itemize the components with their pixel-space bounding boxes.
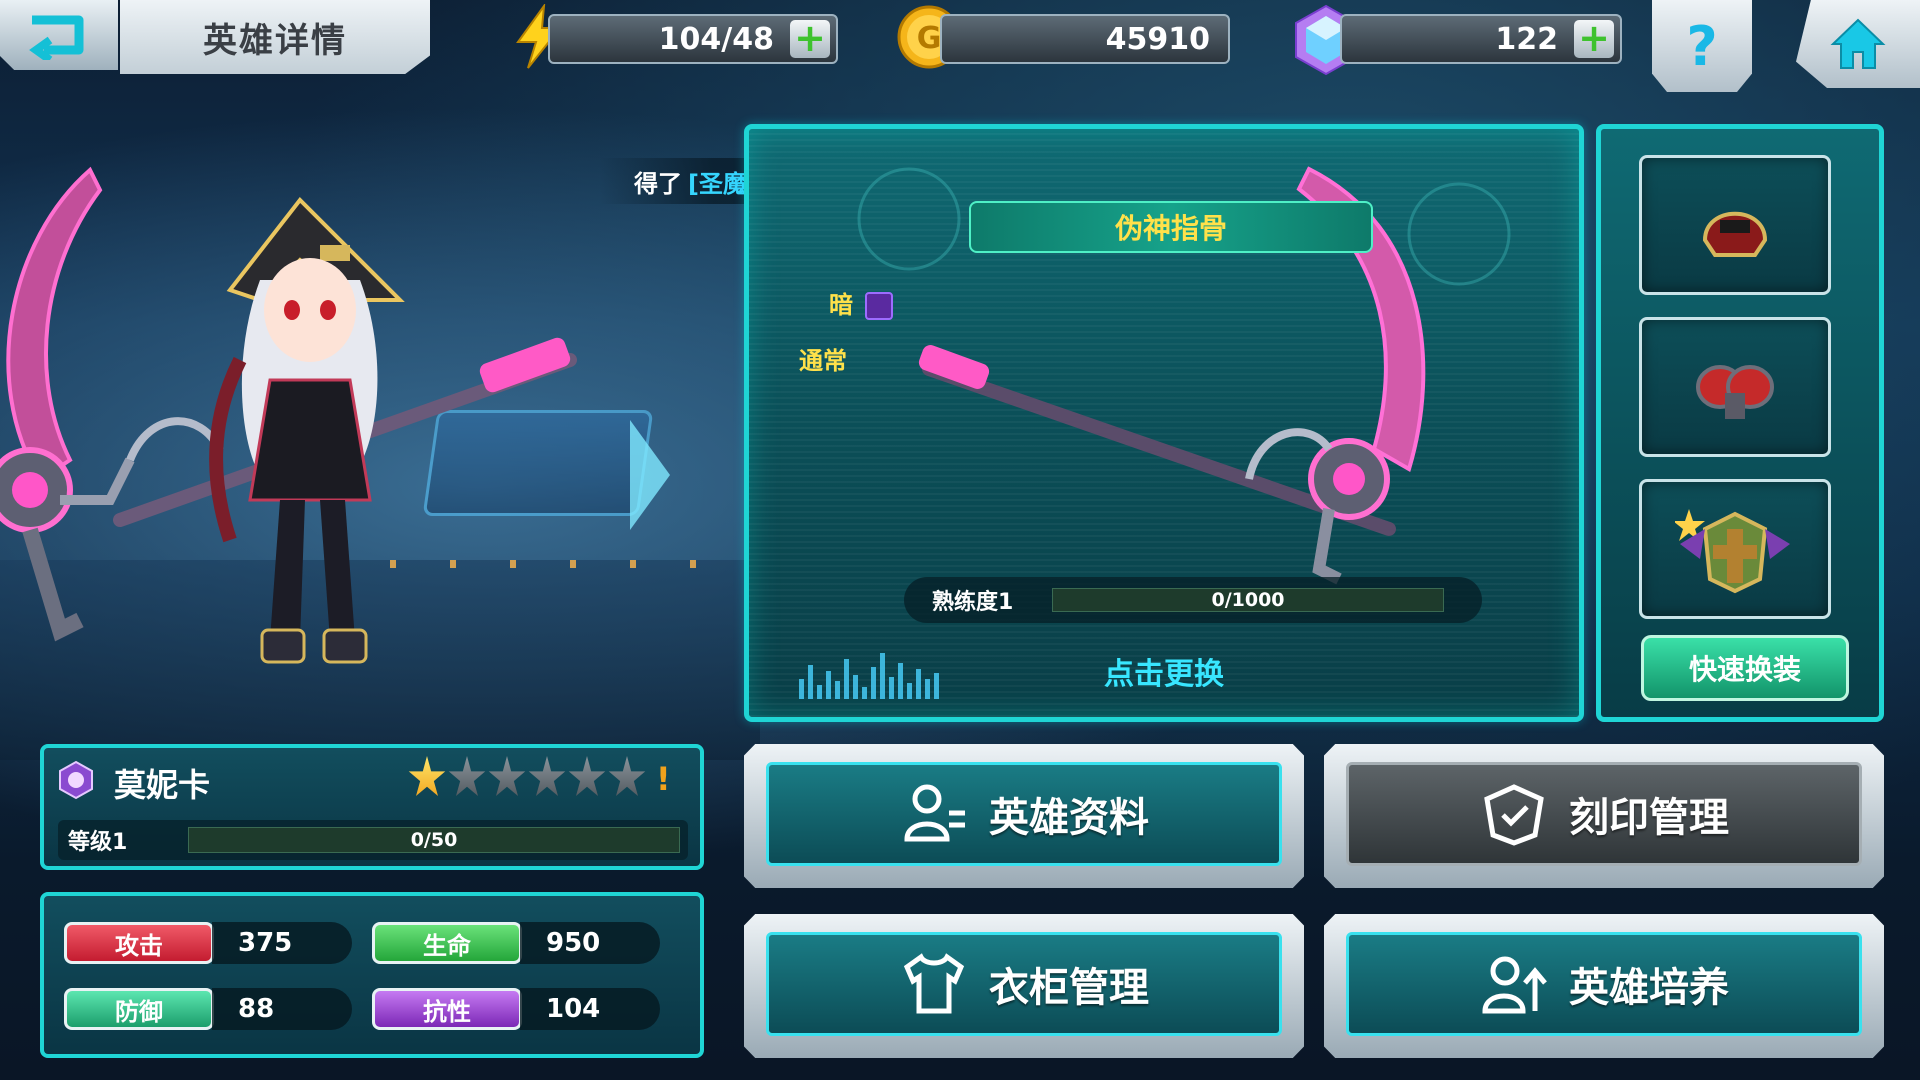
helmet-icon xyxy=(1702,211,1768,257)
attack-value: 375 xyxy=(212,922,352,964)
proficiency-bar: 熟练度1 0/1000 xyxy=(904,577,1482,623)
weapon-panel: 伪神指骨 暗 通常 熟练度1 0/1000 点击更换 xyxy=(744,124,1584,722)
weapon-element: 暗 xyxy=(829,285,894,320)
resist-label: 抗性 xyxy=(372,988,522,1030)
weapon-attack-type: 通常 xyxy=(799,347,847,375)
star-icon xyxy=(568,756,606,797)
add-stamina-button[interactable]: + xyxy=(790,19,830,58)
attack-label: 攻击 xyxy=(64,922,214,964)
hero-star-rating xyxy=(408,756,646,800)
hp-label: 生命 xyxy=(372,922,522,964)
back-arrow-icon xyxy=(29,15,84,60)
defense-label: 防御 xyxy=(64,988,214,1030)
hero-name: 莫妮卡 xyxy=(114,766,211,804)
warning-icon[interactable]: ! xyxy=(656,760,671,798)
resist-value: 104 xyxy=(520,988,660,1030)
upgrade-person-icon xyxy=(1482,956,1547,1014)
engrave-management-button[interactable]: 刻印管理 xyxy=(1324,744,1884,888)
person-icon xyxy=(904,784,965,842)
star-icon xyxy=(408,756,446,797)
star-icon xyxy=(488,756,526,797)
hero-info-panel: 莫妮卡 ! 等级1 0/50 xyxy=(40,744,704,870)
home-button[interactable] xyxy=(1796,0,1920,88)
hero-info-button[interactable]: 英雄资料 xyxy=(744,744,1304,888)
stamina-counter: 104/48 + xyxy=(548,14,838,64)
svg-text:G: G xyxy=(917,21,942,56)
quick-equip-button[interactable]: 快速换装 xyxy=(1641,635,1849,701)
wardrobe-management-button[interactable]: 衣柜管理 xyxy=(744,914,1304,1058)
level-row: 等级1 0/50 xyxy=(58,820,688,860)
help-button[interactable]: ? xyxy=(1652,0,1752,92)
dark-element-icon xyxy=(865,292,894,320)
proficiency-track: 0/1000 xyxy=(1052,588,1444,612)
hero-stats-panel: 攻击 375 生命 950 防御 88 抗性 104 xyxy=(40,892,704,1058)
home-icon xyxy=(1830,18,1886,69)
shirt-icon xyxy=(903,953,965,1014)
helmet-slot[interactable] xyxy=(1639,155,1831,295)
emblem-slot[interactable] xyxy=(1639,479,1831,619)
replace-weapon-button[interactable]: 点击更换 xyxy=(749,649,1579,693)
star-icon xyxy=(608,756,646,797)
armor-slot[interactable] xyxy=(1639,317,1831,457)
gem-counter: 122 + xyxy=(1340,14,1622,64)
weapon-name-plate: 伪神指骨 xyxy=(969,201,1373,253)
engrave-icon xyxy=(1484,784,1544,846)
equipment-column: 快速换装 xyxy=(1596,124,1884,722)
exp-bar: 0/50 xyxy=(188,827,680,853)
question-icon: ? xyxy=(1686,14,1718,78)
hero-training-button[interactable]: 英雄培养 xyxy=(1324,914,1884,1058)
defense-value: 88 xyxy=(212,988,352,1030)
star-icon xyxy=(448,756,486,797)
hp-value: 950 xyxy=(520,922,660,964)
gold-counter: 45910 xyxy=(940,14,1230,64)
armor-icon xyxy=(1696,365,1774,419)
back-button[interactable] xyxy=(0,0,118,70)
star-icon xyxy=(528,756,566,797)
hero-character-art xyxy=(0,166,577,664)
hero-class-icon xyxy=(59,760,93,800)
emblem-icon xyxy=(1675,509,1790,594)
page-title: 英雄详情 xyxy=(120,0,430,74)
add-gems-button[interactable]: + xyxy=(1574,19,1614,58)
